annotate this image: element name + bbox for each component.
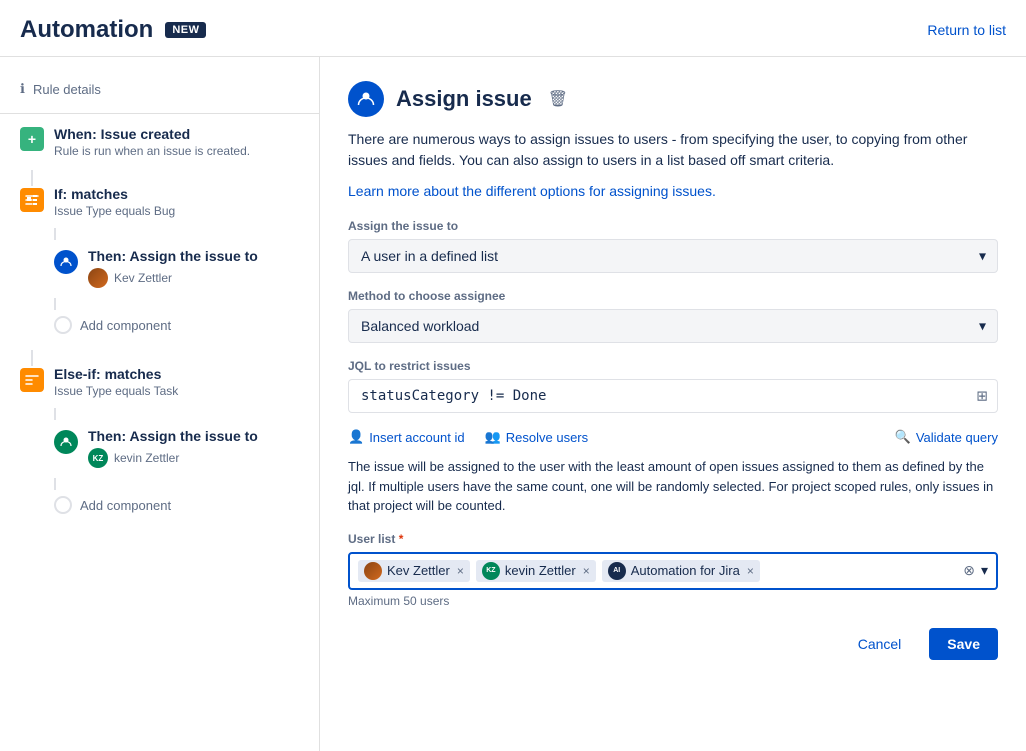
- user-list-label-text: User list: [348, 532, 395, 546]
- automation-jira-remove[interactable]: ×: [747, 564, 754, 578]
- method-select[interactable]: Balanced workload: [348, 309, 998, 343]
- insert-account-id-link[interactable]: 👤 Insert account id: [348, 429, 465, 445]
- avatar-kev-zettler: [88, 268, 108, 288]
- method-label: Method to choose assignee: [348, 289, 998, 303]
- avatar-kev-tag: [364, 562, 382, 580]
- user-list-dropdown-icon[interactable]: ▾: [981, 562, 988, 579]
- else-condition-icon: [20, 368, 44, 392]
- add-component-1[interactable]: Add component: [0, 298, 319, 334]
- kevin-zettler-name: kevin Zettler: [505, 563, 576, 578]
- rule-details: ℹ Rule details: [0, 73, 319, 114]
- user-tag-automation-jira: AI Automation for Jira ×: [602, 560, 760, 582]
- resolve-users-label: Resolve users: [506, 430, 588, 445]
- kev-zettler-remove[interactable]: ×: [457, 564, 464, 578]
- validate-icon: 🔍: [895, 429, 911, 445]
- avatar-ai-tag: AI: [608, 562, 626, 580]
- page-title: Automation: [20, 16, 153, 44]
- sidebar-trigger-item[interactable]: + When: Issue created Rule is run when a…: [0, 114, 319, 170]
- right-panel: Assign issue 🗑 There are numerous ways t…: [320, 57, 1026, 751]
- panel-header: Assign issue 🗑: [348, 81, 998, 117]
- connector-line-1: [31, 170, 33, 186]
- else-condition-block[interactable]: Else-if: matches Issue Type equals Task: [0, 366, 319, 398]
- action-1-icon: [54, 250, 78, 274]
- else-condition-label: Else-if: matches: [54, 366, 178, 382]
- add-component-circle-1: [54, 316, 72, 334]
- action-1-user: Kev Zettler: [114, 271, 172, 285]
- jql-input-wrapper: ⊞: [348, 379, 998, 413]
- user-list-clear-icon[interactable]: ⊗: [963, 562, 975, 579]
- action-1-label: Then: Assign the issue to: [88, 248, 258, 264]
- action-links-row: 👤 Insert account id 👥 Resolve users 🔍 Va…: [348, 429, 998, 445]
- user-list-input[interactable]: Kev Zettler × KZ kevin Zettler × AI Auto…: [348, 552, 998, 590]
- automation-jira-name: Automation for Jira: [631, 563, 740, 578]
- add-component-1-label: Add component: [80, 318, 171, 333]
- insert-account-label: Insert account id: [369, 430, 464, 445]
- connector-line-3: [54, 298, 56, 310]
- spacer-1: [0, 334, 319, 350]
- kev-zettler-name: Kev Zettler: [387, 563, 450, 578]
- cancel-button[interactable]: Cancel: [840, 628, 920, 660]
- trigger-description: Rule is run when an issue is created.: [54, 144, 250, 158]
- action-1-block[interactable]: Then: Assign the issue to Kev Zettler: [0, 228, 319, 288]
- method-select-wrapper: Balanced workload: [348, 309, 998, 343]
- learn-more-link[interactable]: Learn more about the different options f…: [348, 183, 998, 199]
- condition-block[interactable]: If: matches Issue Type equals Bug: [0, 186, 319, 218]
- avatar-kevin-zettler: KZ: [88, 448, 108, 468]
- panel-title: Assign issue: [396, 86, 532, 112]
- add-component-circle-2: [54, 496, 72, 514]
- condition-description: Issue Type equals Bug: [54, 204, 175, 218]
- avatar-kevin-tag: KZ: [482, 562, 500, 580]
- info-icon: ℹ: [20, 81, 25, 97]
- connector-line-4: [31, 350, 33, 366]
- connector-line-2: [54, 228, 56, 240]
- assign-select-wrapper: A user in a defined list: [348, 239, 998, 273]
- action-2-label: Then: Assign the issue to: [88, 428, 258, 444]
- resolve-users-link[interactable]: 👥 Resolve users: [485, 429, 589, 445]
- kevin-zettler-remove[interactable]: ×: [583, 564, 590, 578]
- insert-account-icon: 👤: [348, 429, 364, 445]
- resolve-users-icon: 👥: [485, 429, 501, 445]
- condition-icon: [20, 188, 44, 212]
- validate-query-label: Validate query: [916, 430, 998, 445]
- return-to-list-link[interactable]: Return to list: [927, 22, 1006, 38]
- rule-details-label: Rule details: [33, 82, 101, 97]
- assign-select[interactable]: A user in a defined list: [348, 239, 998, 273]
- else-condition-description: Issue Type equals Task: [54, 384, 178, 398]
- user-list-controls: ⊗ ▾: [963, 562, 988, 579]
- assign-field-group: Assign the issue to A user in a defined …: [348, 219, 998, 273]
- validate-query-link[interactable]: 🔍 Validate query: [895, 429, 998, 445]
- action-2-block[interactable]: Then: Assign the issue to KZ kevin Zettl…: [0, 408, 319, 468]
- add-component-2[interactable]: Add component: [0, 478, 319, 514]
- user-list-label: User list *: [348, 532, 998, 546]
- jql-label: JQL to restrict issues: [348, 359, 998, 373]
- required-star: *: [399, 532, 404, 546]
- method-field-group: Method to choose assignee Balanced workl…: [348, 289, 998, 343]
- new-badge: NEW: [165, 22, 206, 38]
- jql-expand-icon[interactable]: ⊞: [976, 388, 988, 405]
- user-tag-kevin-zettler: KZ kevin Zettler ×: [476, 560, 596, 582]
- panel-icon: [348, 81, 384, 117]
- trigger-icon: +: [20, 127, 44, 151]
- save-button[interactable]: Save: [929, 628, 998, 660]
- trash-icon[interactable]: 🗑: [548, 89, 568, 109]
- condition-label: If: matches: [54, 186, 175, 202]
- max-users-text: Maximum 50 users: [348, 594, 998, 608]
- jql-field-group: JQL to restrict issues ⊞: [348, 359, 998, 413]
- footer-buttons: Cancel Save: [348, 628, 998, 660]
- action-2-user: kevin Zettler: [114, 451, 179, 465]
- user-list-field-group: User list * Kev Zettler × KZ kevin Zettl…: [348, 532, 998, 608]
- add-component-2-label: Add component: [80, 498, 171, 513]
- connector-line-5: [54, 408, 56, 420]
- panel-description: There are numerous ways to assign issues…: [348, 129, 998, 171]
- trigger-label: When: Issue created: [54, 126, 250, 142]
- action-2-icon: [54, 430, 78, 454]
- assign-label: Assign the issue to: [348, 219, 998, 233]
- info-text: The issue will be assigned to the user w…: [348, 457, 998, 516]
- connector-line-6: [54, 478, 56, 490]
- jql-input[interactable]: [348, 379, 998, 413]
- user-tag-kev-zettler: Kev Zettler ×: [358, 560, 470, 582]
